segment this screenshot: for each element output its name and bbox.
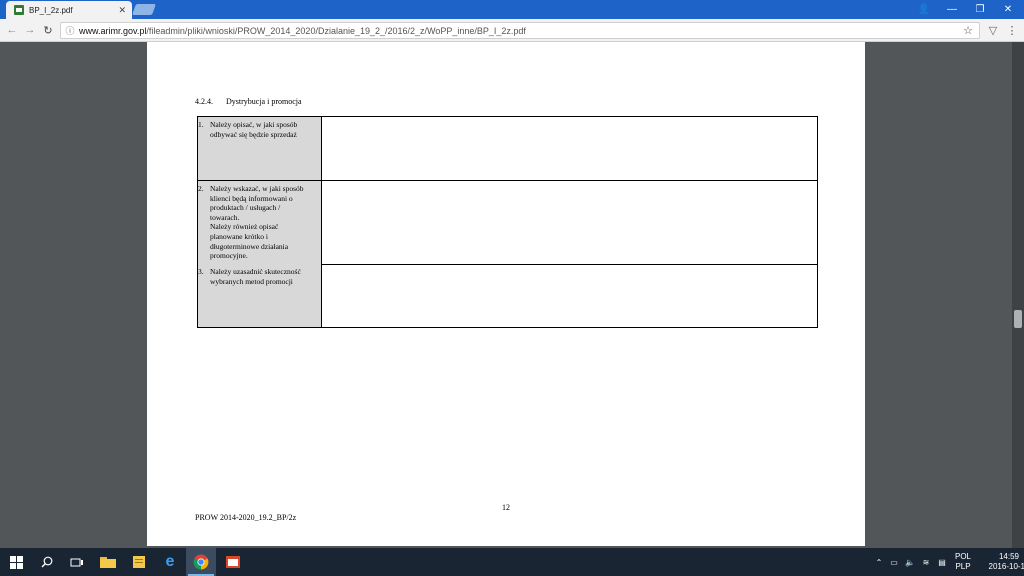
row-number: 1. [198, 120, 204, 129]
section-heading: 4.2.4. Dystrybucja i promocja [195, 97, 302, 106]
mail-app-icon[interactable] [218, 548, 248, 576]
tab-title: BP_I_2z.pdf [29, 5, 73, 15]
row-text: Należy uzasadnić skuteczność wybranych m… [210, 267, 301, 286]
keyboard-layout: PLP [955, 562, 971, 571]
pdf-page: 4.2.4. Dystrybucja i promocja 1. Należy o… [147, 42, 865, 546]
user-profile-icon[interactable]: 👤 [910, 0, 938, 19]
answer-field-1[interactable] [324, 119, 814, 178]
scroll-thumb[interactable] [1014, 310, 1022, 328]
system-tray: ⌃ ▭ 🔈 ≋ ▤ POL PLP 14:59 2016-10-16 ▢ [872, 548, 1024, 576]
address-bar[interactable]: ⓘ www.arimr.gov.pl/fileadmin/pliki/wnios… [60, 22, 980, 39]
chevron-up-icon[interactable]: ⌃ [872, 558, 886, 567]
browser-toolbar: ← → ↻ ⓘ www.arimr.gov.pl/fileadmin/pliki… [0, 19, 1024, 42]
pdf-file-icon [14, 5, 24, 15]
row-text: Należy opisać, w jaki sposób odbywać się… [210, 120, 298, 139]
chrome-browser-icon[interactable] [186, 548, 216, 576]
clock-time: 14:59 [998, 552, 1020, 561]
minimize-button[interactable]: — [938, 0, 966, 19]
page-footer: PROW 2014-2020_19.2_BP/2z [195, 513, 297, 522]
answer-field-2[interactable] [324, 183, 814, 262]
pdf-viewer: 4.2.4. Dystrybucja i promocja 1. Należy o… [0, 42, 1024, 548]
language-code: POL [954, 552, 971, 561]
forward-arrow-icon[interactable]: → [22, 22, 38, 38]
row-number: 2. [198, 184, 204, 193]
menu-icon[interactable]: ⋮ [1004, 22, 1020, 38]
clock-date: 2016-10-16 [988, 562, 1024, 571]
bookmark-star-icon[interactable]: ☆ [963, 24, 973, 37]
language-indicator[interactable]: POL PLP [950, 552, 976, 572]
back-arrow-icon[interactable]: ← [4, 22, 20, 38]
extension-icon[interactable]: ▽ [985, 22, 1001, 38]
form-table: 1. Należy opisać, w jaki sposób odbywać … [197, 116, 818, 328]
url-text: www.arimr.gov.pl/fileadmin/pliki/wnioski… [79, 26, 526, 36]
clock[interactable]: 14:59 2016-10-16 [980, 552, 1024, 572]
page-number: 12 [502, 503, 510, 512]
windows-taskbar: e ⌃ ▭ 🔈 ≋ ▤ POL PLP 14:59 2016-10-16 ▢ [0, 548, 1024, 576]
row-number: 3. [198, 267, 204, 276]
vertical-scrollbar[interactable] [1012, 42, 1024, 548]
file-explorer-icon[interactable] [93, 548, 123, 576]
browser-tab[interactable]: BP_I_2z.pdf ✕ [6, 1, 132, 19]
answer-field-3[interactable] [324, 267, 814, 325]
reload-icon[interactable]: ↻ [40, 22, 56, 38]
notification-icon[interactable]: ▤ [934, 558, 950, 567]
wifi-icon[interactable]: ≋ [918, 558, 934, 567]
section-title: Dystrybucja i promocja [226, 97, 302, 106]
start-windows-icon[interactable] [0, 548, 32, 576]
row-divider-1 [198, 180, 817, 181]
row-text: Należy wskazać, w jaki sposób klienci bę… [210, 184, 304, 261]
tab-close-icon[interactable]: ✕ [118, 5, 126, 16]
new-tab-button[interactable] [131, 4, 157, 15]
volume-icon[interactable]: 🔈 [902, 558, 918, 567]
section-number: 4.2.4. [195, 97, 213, 106]
battery-icon[interactable]: ▭ [886, 558, 902, 567]
search-icon[interactable] [32, 548, 62, 576]
info-icon[interactable]: ⓘ [63, 24, 77, 38]
row-divider-2 [322, 264, 817, 265]
restore-button[interactable]: ❐ [966, 0, 994, 19]
url-path: /fileadmin/pliki/wnioski/PROW_2014_2020/… [146, 25, 526, 36]
task-view-icon[interactable] [62, 548, 92, 576]
url-host: www.arimr.gov.pl [79, 25, 147, 36]
sticky-notes-icon[interactable] [124, 548, 154, 576]
edge-browser-icon[interactable]: e [155, 548, 185, 576]
title-bar: BP_I_2z.pdf ✕ 👤 — ❐ ✕ [0, 0, 1024, 19]
close-window-button[interactable]: ✕ [994, 0, 1022, 19]
